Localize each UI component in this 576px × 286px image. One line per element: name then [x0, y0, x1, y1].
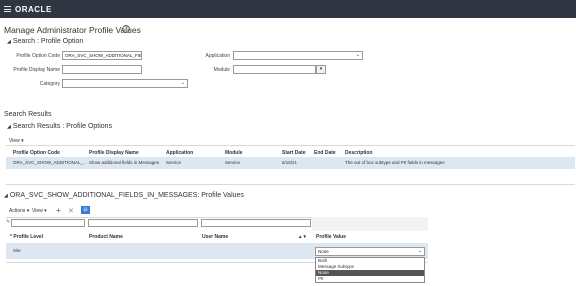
col-end-date[interactable]: End Date: [314, 150, 336, 156]
hamburger-menu-icon[interactable]: [4, 6, 11, 12]
oracle-logo: ORACLE: [15, 5, 52, 14]
sort-arrows-icon[interactable]: ▲▼: [298, 234, 307, 239]
row-description: The out of box subtype and PII fields in…: [345, 160, 445, 165]
help-icon[interactable]: ?: [122, 25, 130, 33]
profile-option-code-label: Profile Option Code: [16, 53, 60, 59]
chevron-down-icon: ⌄: [417, 248, 422, 254]
filter-user-name[interactable]: [201, 219, 311, 227]
row-code: ORA_SVC_SHOW_ADDITIONAL_...: [13, 160, 87, 165]
top-bar: [0, 0, 576, 18]
row-start-date: 6/18/21: [282, 160, 298, 165]
collapse-triangle-icon[interactable]: ◢: [4, 193, 8, 199]
required-marker: *: [10, 234, 12, 240]
col-application[interactable]: Application: [166, 150, 193, 156]
chevron-down-icon: ⌄: [355, 52, 360, 58]
application-select[interactable]: ⌄: [233, 51, 363, 60]
col-user-name[interactable]: User Name: [202, 234, 228, 240]
application-label: Application: [205, 53, 230, 59]
filter-profile-level[interactable]: [11, 219, 85, 227]
query-by-example-icon[interactable]: ⊟: [81, 206, 90, 214]
divider: [6, 145, 575, 146]
filter-profile-value-cell: [312, 217, 428, 231]
results-section-header[interactable]: ◢ Search Results : Profile Options: [7, 123, 112, 130]
dropdown-option-pii[interactable]: PII: [316, 276, 424, 282]
collapse-triangle-icon[interactable]: ◢: [7, 124, 11, 130]
values-view-menu[interactable]: View ▾: [32, 208, 47, 214]
col-product-name[interactable]: Product Name: [89, 234, 123, 240]
profile-display-name-input[interactable]: [62, 65, 142, 74]
search-section-header[interactable]: ◢ Search : Profile Option: [7, 38, 83, 45]
col-start-date[interactable]: Start Date: [282, 150, 306, 156]
row-application: Service: [166, 160, 182, 165]
view-menu-label: View: [32, 208, 43, 214]
profile-display-name-label: Profile Display Name: [13, 67, 60, 73]
divider: [6, 184, 575, 185]
col-description[interactable]: Description: [345, 150, 373, 156]
module-input[interactable]: [233, 65, 316, 74]
view-menu-label: View: [9, 138, 20, 144]
col-profile-value[interactable]: Profile Value: [316, 234, 346, 240]
row-module: Service: [225, 160, 241, 165]
collapse-triangle-icon[interactable]: ◢: [7, 39, 11, 45]
edit-pencil-icon: ✎: [6, 219, 11, 225]
search-section-title: Search : Profile Option: [12, 38, 84, 45]
category-select[interactable]: ⌄: [62, 79, 188, 88]
category-label: Category: [39, 81, 60, 87]
profile-value-current: None: [318, 249, 329, 254]
row-display-name: Show additional fields in Messages: [89, 160, 160, 165]
values-section-title: ORA_SVC_SHOW_ADDITIONAL_FIELDS_IN_MESSAG…: [9, 192, 244, 199]
col-module[interactable]: Module: [225, 150, 243, 156]
page-title: Manage Administrator Profile Values: [4, 25, 141, 35]
actions-menu-label: Actions: [9, 208, 26, 214]
values-section-header[interactable]: ◢ ORA_SVC_SHOW_ADDITIONAL_FIELDS_IN_MESSA…: [4, 192, 244, 199]
profile-value-dropdown: Both Message Subtype None PII: [315, 257, 425, 283]
add-icon[interactable]: +: [56, 206, 61, 215]
col-profile-level-label: Profile Level: [13, 234, 44, 240]
profile-value-select[interactable]: None ⌄: [315, 247, 425, 256]
module-label: Module: [213, 67, 230, 73]
col-profile-option-code[interactable]: Profile Option Code: [13, 150, 60, 156]
profile-option-code-input[interactable]: ORA_SVC_SHOW_ADDITIONAL_FIE: [62, 51, 142, 60]
filter-product-name[interactable]: [88, 219, 198, 227]
actions-menu[interactable]: Actions ▾: [9, 208, 29, 214]
results-section-title: Search Results : Profile Options: [12, 123, 113, 130]
chevron-down-icon: ⌄: [180, 80, 185, 86]
module-dropdown-button[interactable]: ▾: [316, 65, 326, 74]
col-profile-level[interactable]: * Profile Level: [10, 234, 43, 240]
col-profile-display-name[interactable]: Profile Display Name: [89, 150, 139, 156]
results-view-menu[interactable]: View ▾: [9, 138, 24, 144]
row-profile-level: Site: [13, 248, 21, 253]
search-results-heading: Search Results: [4, 111, 52, 118]
delete-icon[interactable]: ✕: [68, 207, 74, 215]
